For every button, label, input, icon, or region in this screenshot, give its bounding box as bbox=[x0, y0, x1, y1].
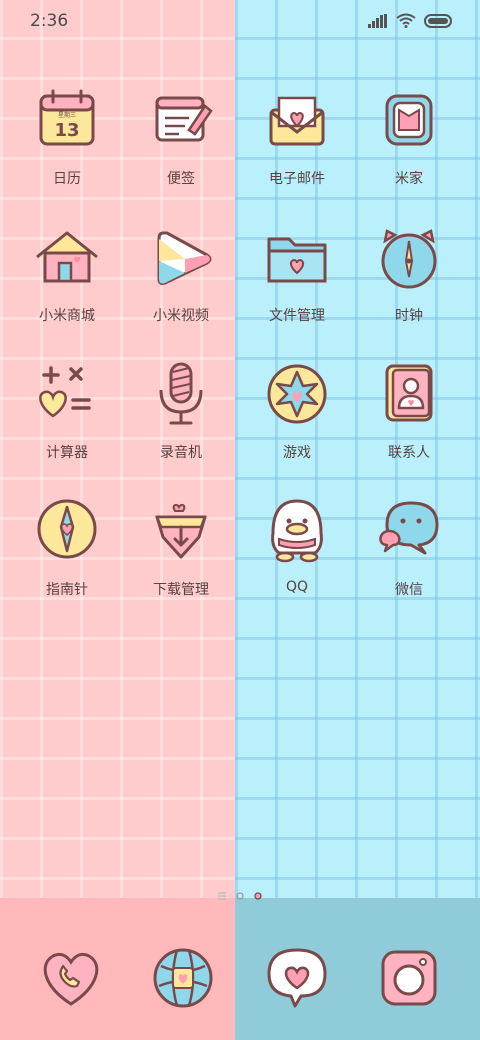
calculator-icon bbox=[39, 366, 91, 418]
mijia-icon bbox=[385, 94, 433, 146]
page-dot bbox=[236, 892, 244, 900]
qq-penguin-icon bbox=[271, 499, 323, 563]
dock-messages[interactable] bbox=[242, 942, 352, 1018]
download-icon bbox=[155, 503, 207, 559]
notes-icon bbox=[155, 96, 213, 142]
app-label: 指南针 bbox=[46, 582, 88, 598]
signal-icon bbox=[368, 13, 387, 28]
wifi-icon bbox=[396, 13, 416, 28]
app-email[interactable]: 电子邮件 bbox=[242, 86, 352, 188]
app-download-manager[interactable]: 下载管理 bbox=[126, 497, 236, 599]
app-label: 小米视频 bbox=[153, 308, 209, 324]
messages-icon bbox=[267, 948, 327, 1008]
app-game[interactable]: 游戏 bbox=[242, 360, 352, 462]
browser-globe-icon bbox=[153, 948, 213, 1008]
app-label: 日历 bbox=[53, 171, 81, 187]
video-icon bbox=[157, 231, 212, 285]
app-file-manager[interactable]: 文件管理 bbox=[242, 223, 352, 325]
dock-phone[interactable] bbox=[16, 942, 126, 1018]
app-wechat[interactable]: 微信 bbox=[354, 497, 464, 599]
calendar-weekday: 星期三 bbox=[58, 111, 76, 119]
clock-icon bbox=[381, 229, 437, 289]
page-dot-active bbox=[254, 892, 262, 900]
app-calendar[interactable]: 星期三 13 日历 bbox=[12, 86, 122, 188]
dock-camera[interactable] bbox=[354, 942, 464, 1018]
app-label: 计算器 bbox=[46, 445, 88, 461]
dock-browser[interactable] bbox=[128, 942, 238, 1018]
house-icon bbox=[36, 231, 98, 283]
app-label: 小米商城 bbox=[39, 308, 95, 324]
app-label: 微信 bbox=[395, 582, 423, 598]
app-label: 电子邮件 bbox=[269, 171, 325, 187]
calendar-icon: 星期三 13 bbox=[39, 89, 95, 146]
app-label: 文件管理 bbox=[269, 308, 325, 324]
folder-icon bbox=[267, 237, 327, 283]
page-indicator[interactable] bbox=[0, 892, 480, 900]
app-recorder[interactable]: 录音机 bbox=[126, 360, 236, 462]
app-label: 时钟 bbox=[395, 308, 423, 324]
app-qq[interactable]: QQ bbox=[242, 497, 352, 595]
mail-icon bbox=[269, 96, 325, 146]
status-icons bbox=[368, 13, 454, 28]
app-calculator[interactable]: 计算器 bbox=[12, 360, 122, 462]
app-label: QQ bbox=[285, 579, 309, 595]
calendar-day: 13 bbox=[54, 120, 79, 141]
app-label: 米家 bbox=[395, 171, 423, 187]
status-time: 2:36 bbox=[30, 11, 69, 31]
page-indicator-menu-icon bbox=[218, 892, 226, 900]
app-contacts[interactable]: 联系人 bbox=[354, 360, 464, 462]
app-notes[interactable]: 便签 bbox=[126, 86, 236, 188]
contacts-icon bbox=[385, 364, 433, 422]
compass-icon bbox=[37, 499, 97, 559]
wechat-icon bbox=[379, 501, 439, 555]
app-mijia[interactable]: 米家 bbox=[354, 86, 464, 188]
app-compass[interactable]: 指南针 bbox=[12, 497, 122, 599]
battery-icon bbox=[424, 13, 452, 28]
app-mi-store[interactable]: 小米商城 bbox=[12, 223, 122, 325]
app-label: 联系人 bbox=[388, 445, 430, 461]
app-mi-video[interactable]: 小米视频 bbox=[126, 223, 236, 325]
app-label: 便签 bbox=[167, 171, 195, 187]
phone-icon bbox=[43, 952, 99, 1006]
game-star-icon bbox=[267, 364, 327, 424]
app-label: 下载管理 bbox=[153, 582, 209, 598]
app-label: 游戏 bbox=[283, 445, 311, 461]
app-clock[interactable]: 时钟 bbox=[354, 223, 464, 325]
camera-icon bbox=[381, 950, 437, 1006]
app-label: 录音机 bbox=[160, 445, 202, 461]
microphone-icon bbox=[159, 362, 203, 425]
status-bar: 2:36 bbox=[0, 0, 480, 44]
